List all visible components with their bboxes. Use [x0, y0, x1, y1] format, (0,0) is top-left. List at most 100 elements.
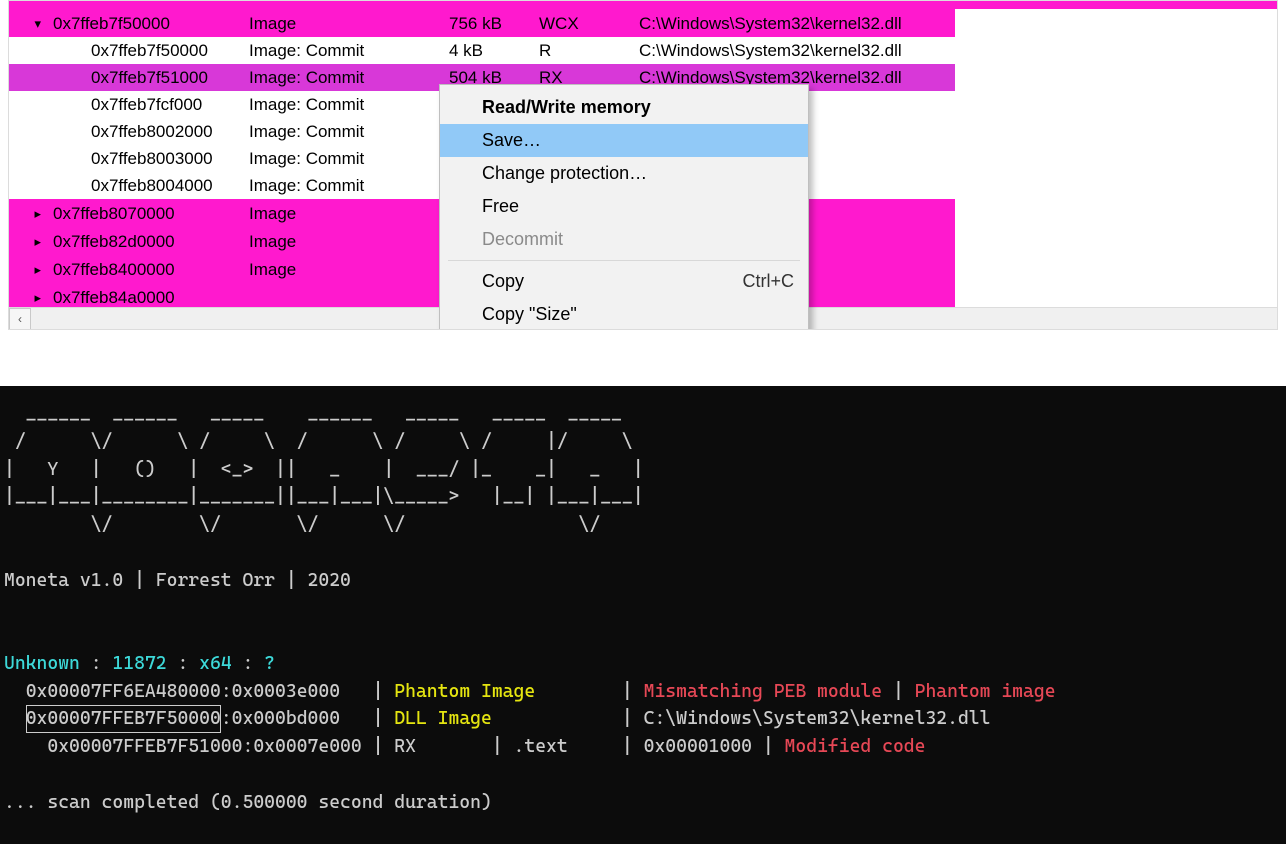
bar2: | [622, 681, 633, 702]
indent-cell [47, 91, 85, 118]
expand-cell[interactable]: ▸ [9, 227, 47, 255]
l2-size: :0x000bd000 [221, 708, 340, 729]
expand-cell [9, 1, 47, 9]
type-cell: Image: Commit [243, 118, 443, 145]
bar7: | [492, 736, 503, 757]
prot-cell: R [533, 37, 633, 64]
chevron-right-icon[interactable]: ▸ [27, 256, 41, 283]
indent-cell [47, 1, 85, 9]
hdr-sep: : [91, 653, 102, 674]
type-cell: Image: Commit [243, 172, 443, 199]
menu-item[interactable]: Copy "Size" [440, 298, 808, 330]
expand-cell [9, 172, 47, 199]
addr-cell: 0x7ffeb8004000 [85, 172, 243, 199]
menu-separator [448, 260, 800, 261]
menu-item-label: Read/Write memory [482, 97, 651, 118]
terminal: ______ ______ _____ ______ _____ _____ _… [0, 386, 1286, 844]
menu-item-label: Decommit [482, 229, 563, 250]
l2-addr-boxed: 0x00007FFEB7F50000 [26, 705, 221, 733]
t-unknown: Unknown [4, 653, 80, 674]
prot-cell [633, 1, 955, 9]
table-row[interactable]: 0x7ffeb7f50000Image: Commit4 kBRC:\Windo… [9, 37, 1277, 64]
l1-m2: Phantom image [915, 681, 1056, 702]
t-pid: 11872 [112, 653, 166, 674]
menu-item[interactable]: Read/Write memory [440, 91, 808, 124]
size-cell: 4 kB [443, 37, 533, 64]
addr-cell [85, 1, 443, 9]
expand-cell [9, 91, 47, 118]
l2-tag: DLL Image [394, 708, 492, 729]
hdr-sep3: : [243, 653, 254, 674]
l1-m1: Mismatching PEB module [644, 681, 882, 702]
bar: | [373, 681, 384, 702]
l3-addr: 0x00007FFEB7F51000:0x0007e000 [47, 736, 361, 757]
size-cell: 756 kB [443, 9, 533, 37]
addr-cell: 0x7ffeb8002000 [85, 118, 243, 145]
chevron-down-icon[interactable]: ▾ [27, 10, 41, 37]
indent-cell [47, 64, 85, 91]
bar5: | [622, 708, 633, 729]
chevron-right-icon[interactable]: ▸ [27, 200, 41, 227]
menu-item-label: Copy [482, 271, 524, 292]
addr-cell: 0x7ffeb7f50000 [85, 37, 243, 64]
menu-item-label: Change protection… [482, 163, 647, 184]
scroll-left-button[interactable]: ‹ [9, 308, 31, 330]
bar3: | [893, 681, 904, 702]
indent-cell [47, 172, 85, 199]
menu-item-label: Copy "Size" [482, 304, 577, 325]
t-arch: x64 [199, 653, 232, 674]
addr-cell: 0x7ffeb8400000 [47, 255, 243, 283]
prot-cell: WCX [533, 9, 633, 37]
addr-cell: 0x7ffeb7f50000 [47, 9, 243, 37]
scan-done: ... scan completed (0.500000 second dura… [4, 792, 492, 813]
addr-cell: 0x7ffeb7f51000 [85, 64, 243, 91]
table-row[interactable]: ▾0x7ffeb7f50000Image756 kBWCXC:\Windows\… [9, 9, 1277, 37]
l1-addr: 0x00007FF6EA480000 [26, 681, 221, 702]
expand-cell [9, 64, 47, 91]
menu-item-shortcut: Ctrl+C [742, 271, 794, 292]
path-cell: C:\Windows\System32\kernel32.dll [633, 37, 955, 64]
type-cell [443, 1, 533, 9]
indent-cell [47, 145, 85, 172]
path-cell: C:\Windows\System32\kernel32.dll [633, 9, 955, 37]
l3-off: 0x00001000 [644, 736, 752, 757]
type-cell: Image: Commit [243, 91, 443, 118]
memory-table-pane: ▾0x7ffeb7f50000Image756 kBWCXC:\Windows\… [8, 0, 1278, 330]
expand-cell [9, 118, 47, 145]
chevron-right-icon[interactable]: ▸ [27, 228, 41, 255]
table-row[interactable] [9, 1, 1277, 9]
type-cell: Image [243, 227, 443, 255]
type-cell: Image: Commit [243, 145, 443, 172]
type-cell: Image [243, 255, 443, 283]
bar9: | [763, 736, 774, 757]
type-cell: Image: Commit [243, 37, 443, 64]
menu-item[interactable]: Save… [440, 124, 808, 157]
context-menu: Read/Write memory Save… Change protection…… [439, 84, 809, 330]
bar8: | [622, 736, 633, 757]
bar6: | [373, 736, 384, 757]
bar4: | [373, 708, 384, 729]
version-line: Moneta v1.0 | Forrest Orr | 2020 [4, 570, 351, 591]
expand-cell[interactable]: ▸ [9, 199, 47, 227]
l1-tag: Phantom Image [394, 681, 535, 702]
t-qm: ? [264, 653, 275, 674]
expand-cell [9, 145, 47, 172]
menu-item[interactable]: Copy Ctrl+C [440, 265, 808, 298]
expand-cell[interactable]: ▸ [9, 255, 47, 283]
menu-item[interactable]: Change protection… [440, 157, 808, 190]
l3-sect: .text [514, 736, 568, 757]
ascii-art-banner: ______ ______ _____ ______ _____ _____ _… [4, 403, 644, 535]
type-cell: Image: Commit [243, 64, 443, 91]
addr-cell: 0x7ffeb8070000 [47, 199, 243, 227]
expand-cell[interactable]: ▾ [9, 9, 47, 37]
l1-size: :0x0003e000 [221, 681, 340, 702]
chevron-left-icon: ‹ [18, 312, 22, 326]
addr-cell: 0x7ffeb82d0000 [47, 227, 243, 255]
addr-cell: 0x7ffeb8003000 [85, 145, 243, 172]
type-cell: Image [243, 9, 443, 37]
indent-cell [47, 118, 85, 145]
menu-item[interactable]: Free [440, 190, 808, 223]
size-cell [533, 1, 633, 9]
menu-item-label: Free [482, 196, 519, 217]
menu-item-label: Save… [482, 130, 541, 151]
